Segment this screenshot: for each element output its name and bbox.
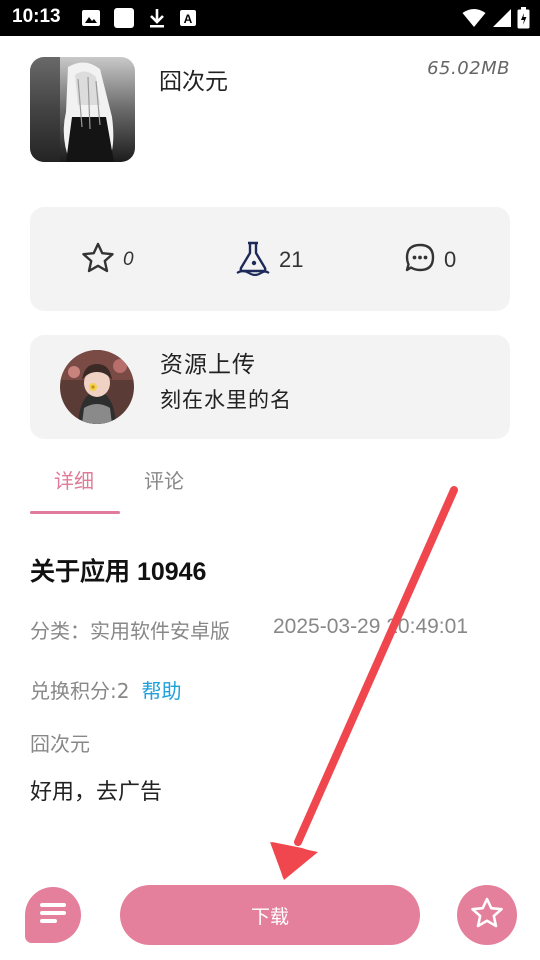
tab-comments[interactable]: 评论	[144, 465, 184, 494]
stats-card: 0 21 0	[30, 207, 510, 311]
comment-count: 0	[444, 247, 457, 272]
favorite-count: 0	[123, 249, 134, 270]
star-outline-icon	[470, 897, 504, 933]
download-count: 21	[279, 247, 304, 272]
detail-title: 关于应用 10946	[30, 558, 207, 586]
uploader-title: 资源上传	[160, 352, 256, 378]
uploader-avatar[interactable]	[60, 350, 134, 424]
app-size: 65.02MB	[427, 58, 510, 79]
help-link[interactable]: 帮助	[141, 679, 181, 703]
uploader-name: 刻在水里的名	[160, 388, 292, 412]
points-row: 兑换积分:2 帮助	[30, 675, 181, 704]
download-button[interactable]: 下载	[120, 885, 420, 945]
battery-icon	[517, 7, 530, 33]
status-bar: 10:13 A	[0, 0, 540, 36]
wifi-icon	[462, 8, 486, 32]
uploader-card[interactable]: 资源上传 刻在水里的名	[30, 335, 510, 439]
download-icon	[148, 7, 166, 33]
detail-description: 好用，去广告	[30, 780, 163, 805]
flask-icon	[235, 240, 271, 280]
download-stat: 21	[235, 240, 304, 280]
font-a-icon: A	[179, 9, 197, 31]
image-icon	[81, 9, 101, 31]
tab-active-indicator	[30, 511, 120, 514]
comment-stat[interactable]: 0	[404, 243, 456, 277]
app-cover-image	[30, 57, 135, 162]
signal-icon	[492, 8, 512, 32]
detail-category: 分类：实用软件安卓版	[30, 619, 230, 643]
detail-author: 囧次元	[30, 732, 90, 756]
tab-detail[interactable]: 详细	[54, 465, 94, 494]
menu-button[interactable]	[25, 887, 81, 943]
menu-lines-icon	[39, 901, 67, 929]
star-outline-icon	[81, 242, 115, 278]
square-icon	[113, 7, 135, 33]
app-name: 囧次元	[159, 69, 228, 95]
detail-date: 2025-03-29 20:49:01	[273, 615, 468, 638]
favorite-button[interactable]	[457, 885, 517, 945]
favorite-stat[interactable]: 0	[81, 242, 134, 278]
status-time: 10:13	[12, 6, 61, 27]
svg-text:A: A	[184, 12, 193, 26]
points-label: 兑换积分:2	[30, 679, 130, 703]
chat-bubble-icon	[404, 242, 436, 278]
